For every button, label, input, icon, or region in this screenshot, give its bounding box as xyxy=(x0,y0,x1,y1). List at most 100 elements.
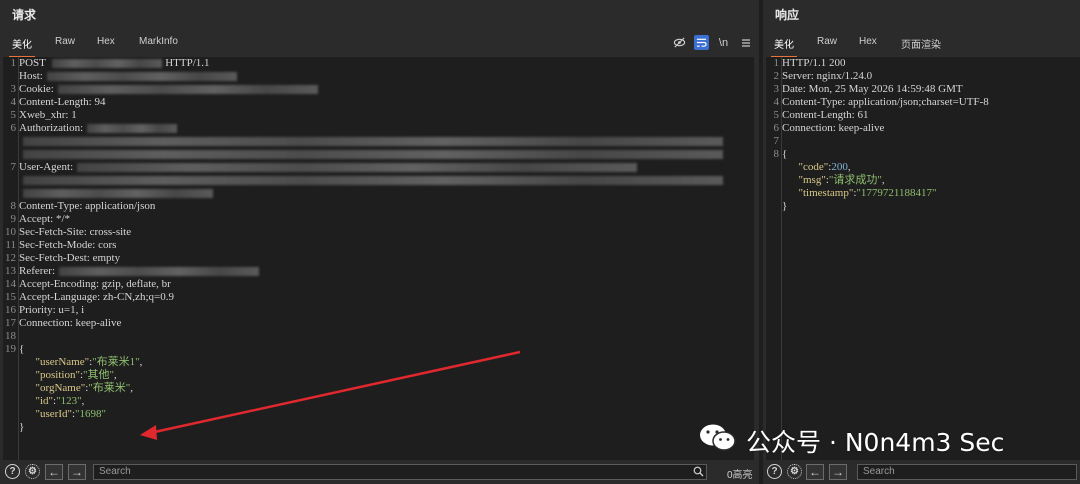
code-text: Server: nginx/1.24.0 xyxy=(782,70,873,82)
code-line: } xyxy=(3,421,754,434)
tab-hex[interactable]: Hex xyxy=(97,36,115,47)
tab-raw[interactable]: Raw xyxy=(55,36,75,47)
tab-pretty[interactable]: 美化 xyxy=(9,36,35,58)
code-line: 6 Connection: keep-alive xyxy=(766,122,1080,135)
settings-icon[interactable]: ⚙ xyxy=(787,464,802,479)
line-number: 3 xyxy=(10,83,17,95)
tab-render[interactable]: 页面渲染 xyxy=(901,36,941,51)
code-line: Host: xyxy=(3,70,754,83)
line-number: 3 xyxy=(773,83,780,95)
redacted-block xyxy=(23,136,723,146)
line-number: 13 xyxy=(5,265,16,277)
search-input[interactable]: Search xyxy=(857,464,1077,480)
search-input[interactable]: Search xyxy=(93,464,707,480)
line-number: 4 xyxy=(773,96,780,108)
menu-icon[interactable] xyxy=(738,35,753,50)
json-key: "userName" xyxy=(35,356,90,368)
code-line: 18 xyxy=(3,330,754,343)
code-line: "id":"123", xyxy=(35,395,85,407)
line-number: 12 xyxy=(5,252,16,264)
arrow-left-icon[interactable]: ← xyxy=(806,464,824,480)
json-separator: , xyxy=(847,161,851,173)
json-separator: , xyxy=(881,174,885,186)
watermark-text: 公众号 · N0n4m3 Sec xyxy=(746,428,1005,457)
eye-off-icon[interactable] xyxy=(672,35,687,50)
json-value: 200 xyxy=(831,161,848,173)
code-text: Referer: xyxy=(19,265,56,277)
help-icon[interactable]: ? xyxy=(5,464,20,479)
json-value: "123" xyxy=(56,395,82,407)
code-text: Sec-Fetch-Dest: empty xyxy=(19,252,121,264)
arrow-right-icon[interactable]: → xyxy=(829,464,847,480)
line-number: 1 xyxy=(773,57,780,69)
code-text: Sec-Fetch-Mode: cors xyxy=(19,239,117,251)
code-text: HTTP/1.1 xyxy=(165,57,210,69)
code-text: Authorization: xyxy=(19,122,84,134)
code-line: "msg":"请求成功", xyxy=(798,174,885,186)
request-editor[interactable]: 1 POST HTTP/1.1 Host: 3 Cookie: 4 Content-Leng… xyxy=(3,57,754,460)
json-key: "id" xyxy=(35,395,54,407)
redacted-block xyxy=(23,188,213,198)
code-line: 7 User-Agent: xyxy=(3,161,754,174)
code-line: 6 Authorization: xyxy=(3,122,754,135)
redacted-block xyxy=(87,123,178,133)
json-separator: , xyxy=(139,356,143,368)
newline-icon[interactable]: \n xyxy=(716,35,731,50)
json-value: "1779721188417" xyxy=(856,187,937,199)
line-number: 7 xyxy=(773,135,780,147)
response-title: 响应 xyxy=(775,8,800,22)
json-separator: , xyxy=(113,369,117,381)
code-line: 15 Accept-Language: zh-CN,zh;q=0.9 xyxy=(3,291,754,304)
code-line: "userId":"1698" xyxy=(35,408,107,420)
json-separator: , xyxy=(130,382,134,394)
line-number: 10 xyxy=(5,226,16,238)
code-line: 5 Content-Length: 61 xyxy=(766,109,1080,122)
code-text: } xyxy=(782,200,788,212)
settings-icon[interactable]: ⚙ xyxy=(25,464,40,479)
search-icon[interactable] xyxy=(693,466,704,480)
redacted-block xyxy=(46,71,237,81)
code-line: 11 Sec-Fetch-Mode: cors xyxy=(3,239,754,252)
response-editor[interactable]: 1 HTTP/1.1 200 2 Server: nginx/1.24.0 3 Date:… xyxy=(766,57,1080,460)
line-number: 4 xyxy=(10,96,17,108)
line-number: 15 xyxy=(5,291,16,303)
help-icon[interactable]: ? xyxy=(767,464,782,479)
tab-pretty[interactable]: 美化 xyxy=(771,36,797,58)
arrow-left-icon[interactable]: ← xyxy=(45,464,63,480)
tab-hex[interactable]: Hex xyxy=(859,36,877,47)
code-text: Content-Type: application/json;charset=U… xyxy=(782,96,989,108)
line-number: 6 xyxy=(773,122,780,134)
code-text: Priority: u=1, i xyxy=(19,304,85,316)
code-text: Accept: */* xyxy=(19,213,71,225)
line-number: 8 xyxy=(10,200,17,212)
code-line: 5 Xweb_xhr: 1 xyxy=(3,109,754,122)
wrap-icon[interactable] xyxy=(694,35,709,50)
request-toolbar: \n xyxy=(672,35,753,50)
code-line: "timestamp":"1779721188417" xyxy=(798,187,937,199)
code-text: Connection: keep-alive xyxy=(782,122,885,134)
redacted-block xyxy=(59,266,260,276)
code-line: "orgName":"布莱米", xyxy=(35,382,134,394)
code-line: 8{ xyxy=(766,148,1080,161)
request-title: 请求 xyxy=(12,8,37,22)
tab-raw[interactable]: Raw xyxy=(817,36,837,47)
json-key: "position" xyxy=(35,369,80,381)
code-line: } xyxy=(766,200,1080,213)
json-value: "布莱米" xyxy=(88,382,131,394)
json-value: "布莱米1" xyxy=(92,356,140,368)
json-key: "orgName" xyxy=(35,382,86,394)
code-line: "code":200, xyxy=(798,161,851,173)
code-line: 19{ xyxy=(3,343,754,356)
code-text: { xyxy=(782,148,788,160)
code-line xyxy=(3,148,754,161)
code-text: Host: xyxy=(19,70,43,82)
code-text: Xweb_xhr: 1 xyxy=(19,109,77,121)
line-number: 16 xyxy=(5,304,16,316)
line-number: 1 xyxy=(10,57,17,69)
tab-markinfo[interactable]: MarkInfo xyxy=(139,36,178,47)
code-line: 1 POST HTTP/1.1 xyxy=(3,57,754,70)
line-number: 6 xyxy=(10,122,17,134)
code-line: 7 xyxy=(766,135,1080,148)
code-line: 3 Cookie: xyxy=(3,83,754,96)
arrow-right-icon[interactable]: → xyxy=(68,464,86,480)
